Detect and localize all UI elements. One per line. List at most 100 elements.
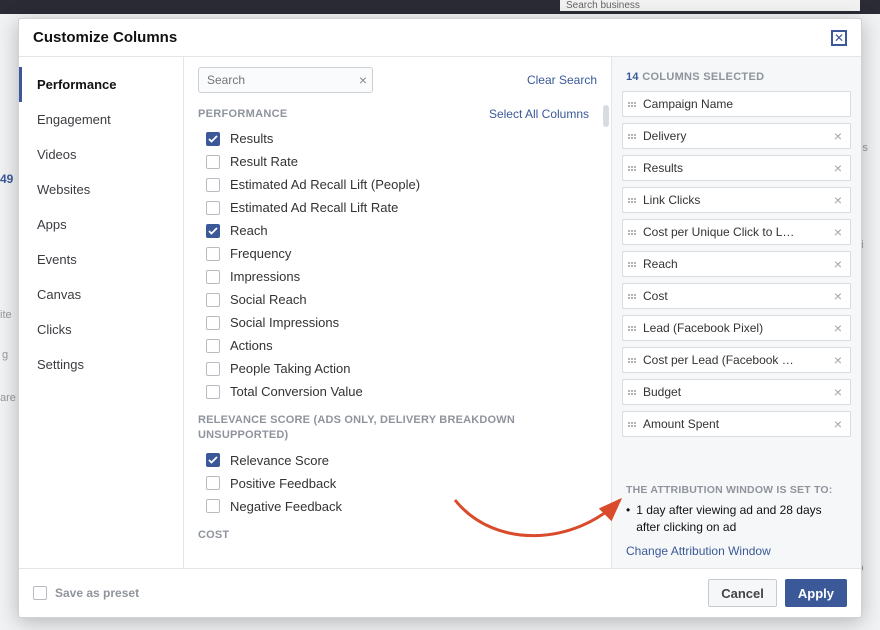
selected-column-chip[interactable]: Budget× bbox=[622, 379, 851, 405]
modal-footer: Save as preset Cancel Apply bbox=[19, 568, 861, 617]
column-option-label: Frequency bbox=[230, 246, 291, 261]
selected-column-chip[interactable]: Cost per Lead (Facebook …× bbox=[622, 347, 851, 373]
column-option[interactable]: Social Reach bbox=[198, 288, 597, 311]
clear-search-link[interactable]: Clear Search bbox=[527, 73, 597, 87]
checkbox-icon[interactable] bbox=[206, 362, 220, 376]
column-option[interactable]: Estimated Ad Recall Lift Rate bbox=[198, 196, 597, 219]
selected-column-chip[interactable]: Lead (Facebook Pixel)× bbox=[622, 315, 851, 341]
column-option[interactable]: Positive Feedback bbox=[198, 472, 597, 495]
cancel-button[interactable]: Cancel bbox=[708, 579, 777, 607]
checkbox-icon[interactable] bbox=[206, 339, 220, 353]
sidebar-item-engagement[interactable]: Engagement bbox=[19, 102, 183, 137]
sidebar-item-apps[interactable]: Apps bbox=[19, 207, 183, 242]
clear-input-icon[interactable]: × bbox=[359, 72, 367, 88]
column-option[interactable]: Actions bbox=[198, 334, 597, 357]
checkbox-icon[interactable] bbox=[206, 155, 220, 169]
remove-chip-icon[interactable]: × bbox=[832, 224, 844, 240]
column-option-label: Relevance Score bbox=[230, 453, 329, 468]
save-preset-label: Save as preset bbox=[55, 586, 139, 600]
column-option[interactable]: Result Rate bbox=[198, 150, 597, 173]
checkbox-icon[interactable] bbox=[206, 316, 220, 330]
drag-handle-icon[interactable] bbox=[625, 356, 639, 365]
select-all-link[interactable]: Select All Columns bbox=[489, 107, 589, 121]
selected-column-chip[interactable]: Link Clicks× bbox=[622, 187, 851, 213]
bg-text: g bbox=[2, 349, 8, 361]
chip-label: Results bbox=[643, 161, 832, 175]
sidebar-item-videos[interactable]: Videos bbox=[19, 137, 183, 172]
search-wrap: × bbox=[198, 67, 373, 93]
column-option[interactable]: Reach bbox=[198, 219, 597, 242]
checkbox-icon[interactable] bbox=[206, 247, 220, 261]
selected-column-chip[interactable]: Amount Spent× bbox=[622, 411, 851, 437]
selected-columns-pane: 14 COLUMNS SELECTED Campaign Name Deliver… bbox=[611, 57, 861, 568]
center-toolbar: × Clear Search bbox=[184, 57, 611, 99]
chip-label: Lead (Facebook Pixel) bbox=[643, 321, 832, 335]
selected-heading: 14 COLUMNS SELECTED bbox=[612, 57, 861, 91]
remove-chip-icon[interactable]: × bbox=[832, 384, 844, 400]
search-input[interactable] bbox=[198, 67, 373, 93]
remove-chip-icon[interactable]: × bbox=[832, 352, 844, 368]
selected-column-chip[interactable]: Results× bbox=[622, 155, 851, 181]
checkbox-icon[interactable] bbox=[206, 293, 220, 307]
sidebar-item-canvas[interactable]: Canvas bbox=[19, 277, 183, 312]
selected-count: 14 bbox=[626, 71, 639, 83]
checkbox-icon[interactable] bbox=[206, 201, 220, 215]
section-header-relevance: RELEVANCE SCORE (ADS ONLY, DELIVERY BREA… bbox=[198, 403, 597, 449]
drag-handle-icon[interactable] bbox=[625, 388, 639, 397]
selected-column-chip[interactable]: Cost per Unique Click to L…× bbox=[622, 219, 851, 245]
columns-center-pane: × Clear Search PERFORMANCE Select All Co… bbox=[184, 57, 611, 568]
apply-button[interactable]: Apply bbox=[785, 579, 847, 607]
checkbox-icon[interactable] bbox=[206, 270, 220, 284]
remove-chip-icon[interactable]: × bbox=[832, 128, 844, 144]
drag-handle-icon[interactable] bbox=[625, 132, 639, 141]
column-option-label: Social Impressions bbox=[230, 315, 339, 330]
drag-handle-icon[interactable] bbox=[625, 420, 639, 429]
column-option[interactable]: Relevance Score bbox=[198, 449, 597, 472]
drag-handle-icon[interactable] bbox=[625, 164, 639, 173]
remove-chip-icon[interactable]: × bbox=[832, 320, 844, 336]
change-attribution-link[interactable]: Change Attribution Window bbox=[626, 544, 771, 558]
remove-chip-icon[interactable]: × bbox=[832, 160, 844, 176]
drag-handle-icon[interactable] bbox=[625, 100, 639, 109]
scrollbar[interactable] bbox=[603, 105, 609, 127]
drag-handle-icon[interactable] bbox=[625, 260, 639, 269]
drag-handle-icon[interactable] bbox=[625, 324, 639, 333]
checkbox-icon[interactable] bbox=[206, 476, 220, 490]
remove-chip-icon[interactable]: × bbox=[832, 416, 844, 432]
checkbox-icon[interactable] bbox=[206, 385, 220, 399]
sidebar-item-websites[interactable]: Websites bbox=[19, 172, 183, 207]
remove-chip-icon[interactable]: × bbox=[832, 256, 844, 272]
checkbox-checked-icon[interactable] bbox=[206, 224, 220, 238]
selected-heading-suffix: COLUMNS SELECTED bbox=[639, 71, 765, 83]
drag-handle-icon[interactable] bbox=[625, 292, 639, 301]
drag-handle-icon[interactable] bbox=[625, 196, 639, 205]
save-preset-checkbox[interactable] bbox=[33, 586, 47, 600]
sidebar-item-settings[interactable]: Settings bbox=[19, 347, 183, 382]
sidebar-item-performance[interactable]: Performance bbox=[19, 67, 183, 102]
remove-chip-icon[interactable]: × bbox=[832, 288, 844, 304]
remove-chip-icon[interactable]: × bbox=[832, 192, 844, 208]
column-option[interactable]: Estimated Ad Recall Lift (People) bbox=[198, 173, 597, 196]
options-scroll[interactable]: PERFORMANCE Select All Columns ResultsRe… bbox=[184, 99, 603, 568]
column-option[interactable]: Impressions bbox=[198, 265, 597, 288]
column-option[interactable]: Social Impressions bbox=[198, 311, 597, 334]
sidebar-item-clicks[interactable]: Clicks bbox=[19, 312, 183, 347]
column-option[interactable]: Frequency bbox=[198, 242, 597, 265]
drag-handle-icon[interactable] bbox=[625, 228, 639, 237]
selected-column-chip[interactable]: Delivery× bbox=[622, 123, 851, 149]
sidebar-item-events[interactable]: Events bbox=[19, 242, 183, 277]
selected-column-chip[interactable]: Cost× bbox=[622, 283, 851, 309]
column-option[interactable]: Negative Feedback bbox=[198, 495, 597, 518]
selected-column-chip[interactable]: Campaign Name bbox=[622, 91, 851, 117]
column-option[interactable]: People Taking Action bbox=[198, 357, 597, 380]
column-option-label: Impressions bbox=[230, 269, 300, 284]
checkbox-checked-icon[interactable] bbox=[206, 132, 220, 146]
column-option[interactable]: Total Conversion Value bbox=[198, 380, 597, 403]
close-icon[interactable]: ✕ bbox=[831, 30, 847, 46]
checkbox-icon[interactable] bbox=[206, 178, 220, 192]
checkbox-checked-icon[interactable] bbox=[206, 453, 220, 467]
column-option[interactable]: Results bbox=[198, 127, 597, 150]
column-option-label: Actions bbox=[230, 338, 273, 353]
selected-column-chip[interactable]: Reach× bbox=[622, 251, 851, 277]
checkbox-icon[interactable] bbox=[206, 499, 220, 513]
